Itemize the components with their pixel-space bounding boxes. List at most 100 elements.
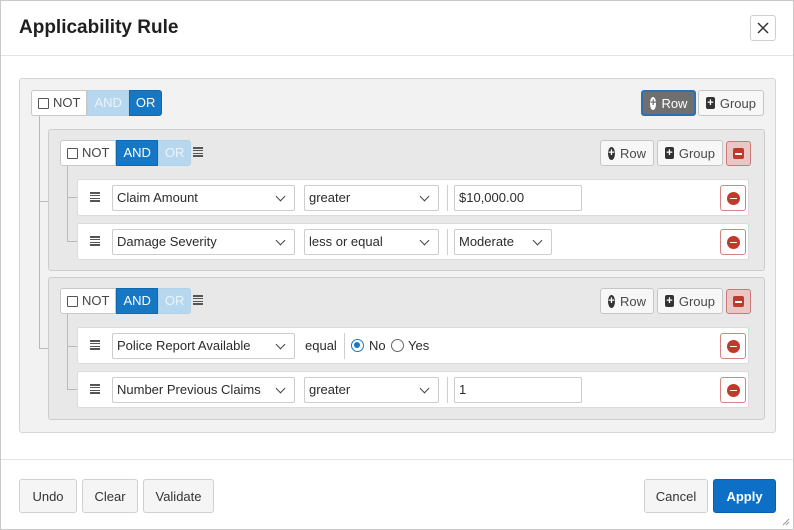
- group-2-add-group-label: Group: [678, 293, 715, 309]
- divider: [447, 185, 448, 211]
- close-button[interactable]: [750, 15, 776, 41]
- rule-row: Claim Amount greater $10,000.00: [77, 179, 749, 216]
- group-2-or-toggle[interactable]: OR: [157, 288, 192, 314]
- field-select-value: Number Previous Claims: [117, 382, 261, 397]
- rule-row: Damage Severity less or equal Moderate: [77, 223, 749, 260]
- group-1-add-group-button[interactable]: + Group: [657, 140, 723, 166]
- group-1-not-toggle[interactable]: NOT: [60, 140, 117, 166]
- group-2-not-toggle[interactable]: NOT: [60, 288, 117, 314]
- root-conjunction-toggle: NOT AND OR: [31, 90, 163, 116]
- rule-row: Number Previous Claims greater 1: [77, 371, 749, 408]
- root-add-row-label: Row: [661, 95, 688, 111]
- group-1-not-label: NOT: [82, 145, 110, 160]
- group-2-add-group-button[interactable]: + Group: [657, 288, 723, 314]
- operator-text: equal: [305, 338, 337, 353]
- rule-row: Police Report Available equal No Yes: [77, 327, 749, 364]
- field-select-value: Damage Severity: [117, 234, 217, 249]
- minus-circle-icon: [726, 383, 740, 397]
- radio-yes[interactable]: [391, 339, 404, 352]
- tree-connector: [67, 389, 77, 390]
- field-select[interactable]: Damage Severity: [112, 229, 295, 255]
- minus-circle-icon: [726, 339, 740, 353]
- close-icon: [757, 22, 769, 34]
- field-select[interactable]: Claim Amount: [112, 185, 295, 211]
- group-1-conjunction-toggle: NOT AND OR: [60, 140, 192, 166]
- drag-handle-icon[interactable]: [90, 192, 100, 202]
- group-2-add-row-button[interactable]: + Row: [600, 288, 654, 314]
- radio-yes-label: Yes: [408, 338, 430, 353]
- minus-circle-icon: [726, 235, 740, 249]
- rule-delete-button[interactable]: [720, 333, 746, 359]
- drag-handle-icon[interactable]: [90, 236, 100, 246]
- validate-button[interactable]: Validate: [143, 479, 214, 513]
- group-1-delete-button[interactable]: [726, 141, 751, 166]
- chevron-down-icon: [275, 383, 286, 394]
- root-or-toggle[interactable]: OR: [128, 90, 163, 116]
- root-not-toggle[interactable]: NOT: [31, 90, 88, 116]
- group-2-delete-button[interactable]: [726, 289, 751, 314]
- cancel-button[interactable]: Cancel: [644, 479, 708, 513]
- chevron-down-icon: [275, 191, 286, 202]
- group-1-and-toggle[interactable]: AND: [116, 140, 158, 166]
- rule-delete-button[interactable]: [720, 377, 746, 403]
- group-2-conjunction-toggle: NOT AND OR: [60, 288, 192, 314]
- plus-circle-icon: +: [650, 96, 657, 110]
- tree-connector: [67, 166, 68, 241]
- plus-square-icon: +: [665, 147, 674, 159]
- chevron-down-icon: [419, 191, 430, 202]
- clear-button[interactable]: Clear: [82, 479, 138, 513]
- plus-square-icon: +: [706, 97, 715, 109]
- root-add-row-button[interactable]: + Row: [641, 90, 696, 116]
- rule-delete-button[interactable]: [720, 229, 746, 255]
- plus-circle-icon: +: [608, 146, 615, 160]
- checkbox-icon: [67, 295, 78, 307]
- plus-circle-icon: +: [608, 294, 615, 308]
- tree-connector: [67, 241, 77, 242]
- group-1-or-toggle[interactable]: OR: [157, 140, 192, 166]
- drag-handle-icon[interactable]: [193, 295, 203, 305]
- value-select[interactable]: Moderate: [454, 229, 552, 255]
- radio-no[interactable]: [351, 339, 364, 352]
- resize-grip-icon[interactable]: [782, 518, 790, 526]
- field-select-value: Claim Amount: [117, 190, 198, 205]
- group-2-not-label: NOT: [82, 293, 110, 308]
- value-input[interactable]: 1: [454, 377, 582, 403]
- operator-select[interactable]: greater: [304, 185, 439, 211]
- undo-button[interactable]: Undo: [19, 479, 77, 513]
- operator-select[interactable]: greater: [304, 377, 439, 403]
- group-2-and-toggle[interactable]: AND: [116, 288, 158, 314]
- rule-delete-button[interactable]: [720, 185, 746, 211]
- chevron-down-icon: [419, 383, 430, 394]
- minus-square-icon: [733, 296, 744, 307]
- root-add-group-label: Group: [719, 95, 756, 111]
- operator-select-value: greater: [309, 382, 351, 397]
- chevron-down-icon: [532, 235, 543, 246]
- dialog-footer: Undo Clear Validate Cancel Apply: [1, 459, 793, 529]
- tree-connector: [67, 346, 77, 347]
- minus-square-icon: [733, 148, 744, 159]
- apply-button[interactable]: Apply: [713, 479, 776, 513]
- value-input[interactable]: $10,000.00: [454, 185, 582, 211]
- drag-handle-icon[interactable]: [193, 147, 203, 157]
- query-builder: NOT AND OR + Row + Group NOT AND OR + Ro…: [19, 78, 776, 433]
- divider: [447, 229, 448, 255]
- root-and-toggle[interactable]: AND: [87, 90, 129, 116]
- minus-circle-icon: [726, 191, 740, 205]
- dialog-title: Applicability Rule: [19, 17, 179, 38]
- drag-handle-icon[interactable]: [90, 384, 100, 394]
- operator-select-value: greater: [309, 190, 351, 205]
- operator-select[interactable]: less or equal: [304, 229, 439, 255]
- field-select[interactable]: Number Previous Claims: [112, 377, 295, 403]
- root-not-label: NOT: [53, 95, 81, 110]
- field-select[interactable]: Police Report Available: [112, 333, 295, 359]
- group-1-add-group-label: Group: [678, 145, 715, 161]
- drag-handle-icon[interactable]: [90, 340, 100, 350]
- plus-square-icon: +: [665, 295, 674, 307]
- chevron-down-icon: [419, 235, 430, 246]
- root-add-group-button[interactable]: + Group: [698, 90, 764, 116]
- divider: [344, 333, 345, 359]
- chevron-down-icon: [275, 339, 286, 350]
- dialog-titlebar: Applicability Rule: [1, 1, 793, 56]
- group-1-add-row-button[interactable]: + Row: [600, 140, 654, 166]
- group-1-add-row-label: Row: [619, 145, 646, 161]
